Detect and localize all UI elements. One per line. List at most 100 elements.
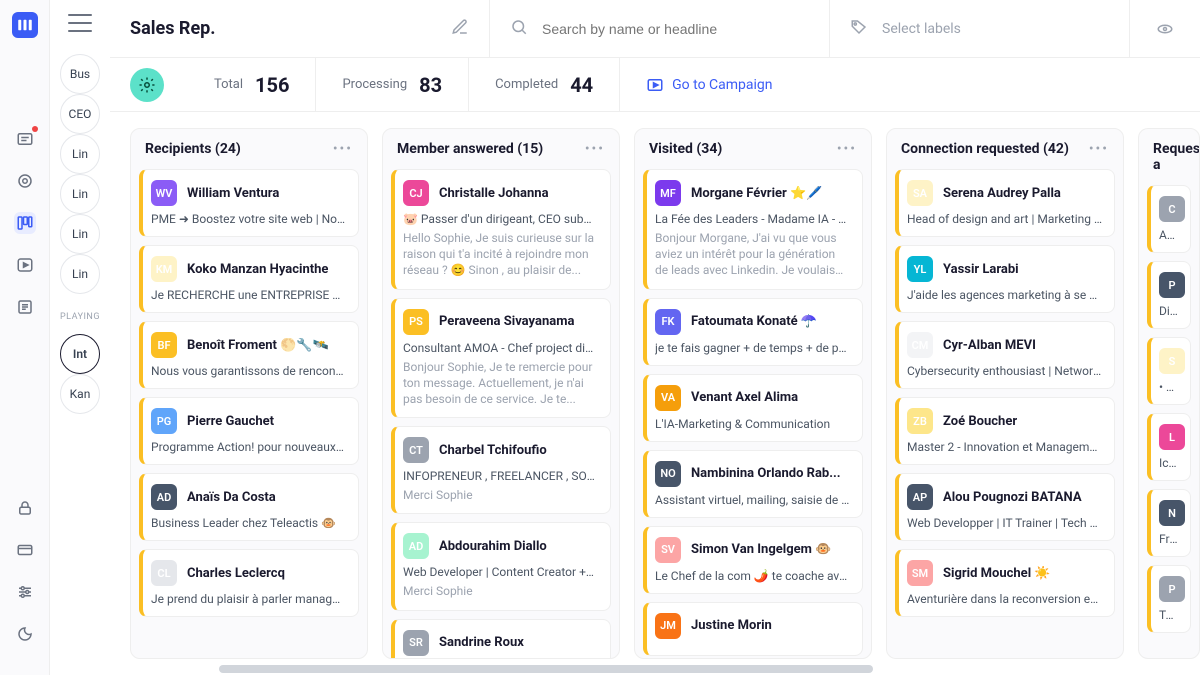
- campaign-chip[interactable]: Lin: [60, 254, 100, 294]
- lead-headline: Je RECHERCHE une ENTREPRISE po...: [151, 288, 346, 302]
- edit-icon[interactable]: [451, 18, 469, 40]
- billing-icon[interactable]: [14, 539, 36, 561]
- lead-name: Morgane Février ⭐️🖊️: [691, 186, 822, 201]
- column-title: Connection requested (42): [901, 141, 1069, 157]
- avatar: CL: [151, 560, 177, 586]
- lead-card[interactable]: YLYassir LarabiJ'aide les agences market…: [895, 245, 1115, 313]
- lead-headline: Business Leader chez Teleactis 🐵: [151, 516, 346, 530]
- lead-card[interactable]: ADAbdourahim DialloWeb Developer | Conte…: [391, 522, 611, 610]
- lead-card[interactable]: PPiTalent Ac: [1147, 565, 1191, 633]
- lead-headline: Je prend du plaisir à parler managem...: [151, 592, 346, 606]
- campaign-settings-icon[interactable]: [130, 68, 164, 102]
- lead-name: Charles Leclercq: [187, 566, 285, 581]
- column-title: Visited (34): [649, 141, 722, 157]
- lead-name: William Ventura: [187, 186, 279, 201]
- search-icon: [510, 18, 528, 40]
- lead-headline: • Étudiant: [1159, 380, 1178, 394]
- column-menu-icon[interactable]: •••: [837, 141, 857, 157]
- campaign-chip[interactable]: Lin: [60, 134, 100, 174]
- lead-headline: Amazon C: [1159, 228, 1178, 242]
- lead-card[interactable]: SMSigrid Mouchel ☀️Aventurière dans la r…: [895, 549, 1115, 617]
- column-menu-icon[interactable]: •••: [585, 141, 605, 157]
- lead-name: Zoé Boucher: [943, 414, 1017, 429]
- avatar: S: [1159, 348, 1185, 374]
- lead-card[interactable]: PPrDigital Ma: [1147, 261, 1191, 329]
- lead-name: Venant Axel Alima: [691, 390, 798, 405]
- lead-card[interactable]: WV William Ventura PME ➜ Boostez votre sit…: [139, 169, 359, 237]
- lead-card[interactable]: APAlou Pougnozi BATANAWeb Developper | I…: [895, 473, 1115, 541]
- page-title: Sales Rep.: [130, 18, 435, 39]
- target-icon[interactable]: [14, 170, 36, 192]
- kanban-icon[interactable]: [14, 212, 36, 234]
- campaign-chip-playing[interactable]: Int: [60, 334, 100, 374]
- lead-card[interactable]: CChAmazon C: [1147, 185, 1191, 253]
- lead-card[interactable]: KMKoko Manzan HyacintheJe RECHERCHE une …: [139, 245, 359, 313]
- lead-card[interactable]: PSPeraveena SivayanamaConsultant AMOA - …: [391, 298, 611, 419]
- lead-card[interactable]: SVSimon Van Ingelgem 🐵Le Chef de la com …: [643, 526, 863, 594]
- settings-icon[interactable]: [14, 581, 36, 603]
- lead-card[interactable]: CJChristalle Johanna🐷 Passer d'un dirige…: [391, 169, 611, 290]
- search-input[interactable]: [542, 21, 809, 37]
- theme-icon[interactable]: [14, 623, 36, 645]
- lead-card[interactable]: NONambinina Orlando Rab...Assistant virt…: [643, 450, 863, 518]
- campaign-chip[interactable]: Lin: [60, 214, 100, 254]
- avatar: L: [1159, 424, 1185, 450]
- lead-card[interactable]: MFMorgane Février ⭐️🖊️La Fée des Leaders…: [643, 169, 863, 290]
- campaign-chip[interactable]: Lin: [60, 174, 100, 214]
- avatar: ZB: [907, 408, 933, 434]
- play-icon[interactable]: [14, 254, 36, 276]
- campaign-chip[interactable]: Bus: [60, 54, 100, 94]
- lead-card[interactable]: FKFatoumata Konaté ☂️je te fais gagner +…: [643, 298, 863, 366]
- campaign-chip-playing[interactable]: Kan: [60, 374, 100, 414]
- lead-name: Abdourahim Diallo: [439, 539, 547, 554]
- lead-card[interactable]: NNaFreelance: [1147, 489, 1191, 557]
- lead-headline: Nous vous garantissons de rencontre...: [151, 364, 346, 378]
- lead-card[interactable]: CMCyr-Alban MEVICybersecurity enthousias…: [895, 321, 1115, 389]
- lead-headline: Assistant virtuel, mailing, saisie de do…: [655, 493, 850, 507]
- lead-card[interactable]: JMJustine Morin: [643, 602, 863, 656]
- go-to-campaign-link[interactable]: Go to Campaign: [619, 58, 798, 111]
- avatar: WV: [151, 180, 177, 206]
- avatar: P: [1159, 576, 1185, 602]
- lead-headline: Le Chef de la com 🌶️ te coache avec ...: [655, 569, 850, 583]
- lead-headline: Cybersecurity enthousiast | Network ...: [907, 364, 1102, 378]
- horizontal-scrollbar[interactable]: [110, 665, 1200, 675]
- lead-name: Justine Morin: [691, 618, 772, 633]
- lead-card[interactable]: CTCharbel TchifoufioINFOPRENEUR , FREELA…: [391, 426, 611, 514]
- labels-select[interactable]: Select labels: [830, 0, 1130, 57]
- visibility-icon[interactable]: [1130, 0, 1200, 57]
- list-icon[interactable]: [14, 296, 36, 318]
- lead-card[interactable]: LLuIci pour va: [1147, 413, 1191, 481]
- avatar: BF: [151, 332, 177, 358]
- column-title: Request a: [1153, 141, 1200, 173]
- lead-message: Hello Sophie, Je suis curieuse sur la ra…: [403, 230, 598, 279]
- avatar: MF: [655, 180, 681, 206]
- campaign-chip[interactable]: CEO: [60, 94, 100, 134]
- app-logo[interactable]: [12, 12, 38, 38]
- column-title: Member answered (15): [397, 141, 543, 157]
- column-title: Recipients (24): [145, 141, 241, 157]
- lead-headline: PME ➜ Boostez votre site web | Nous...: [151, 212, 346, 226]
- lead-headline: Freelance: [1159, 532, 1178, 546]
- lead-headline: 🐷 Passer d'un dirigeant, CEO submer...: [403, 212, 598, 226]
- lead-name: Peraveena Sivayanama: [439, 314, 574, 329]
- kanban-column: Connection requested (42) ••• SASerena Aud…: [886, 128, 1124, 659]
- lead-name: Cyr-Alban MEVI: [943, 338, 1036, 353]
- lead-name: Fatoumata Konaté ☂️: [691, 314, 817, 329]
- avatar: C: [1159, 196, 1185, 222]
- lead-card[interactable]: PGPierre GauchetProgramme Action! pour n…: [139, 397, 359, 465]
- hamburger-menu-icon[interactable]: [68, 14, 92, 32]
- lead-card[interactable]: CL Charles Leclercq Je prend du plaisir à …: [139, 549, 359, 617]
- lead-card[interactable]: VAVenant Axel AlimaL'IA-Marketing & Comm…: [643, 374, 863, 442]
- lock-icon[interactable]: [14, 497, 36, 519]
- column-menu-icon[interactable]: •••: [1089, 141, 1109, 157]
- lead-card[interactable]: ADAnaïs Da CostaBusiness Leader chez Tel…: [139, 473, 359, 541]
- lead-card[interactable]: ZBZoé BoucherMaster 2 - Innovation et Ma…: [895, 397, 1115, 465]
- messages-icon[interactable]: [14, 128, 36, 150]
- lead-card[interactable]: SASerena Audrey PallaHead of design and …: [895, 169, 1115, 237]
- lead-card[interactable]: SSa• Étudiant: [1147, 337, 1191, 405]
- lead-card[interactable]: SRSandrine Roux: [391, 619, 611, 659]
- lead-name: Nambinina Orlando Rab...: [691, 466, 841, 481]
- lead-card[interactable]: BFBenoît Froment 🌕🔧🛰️Nous vous garantiss…: [139, 321, 359, 389]
- column-menu-icon[interactable]: •••: [333, 141, 353, 157]
